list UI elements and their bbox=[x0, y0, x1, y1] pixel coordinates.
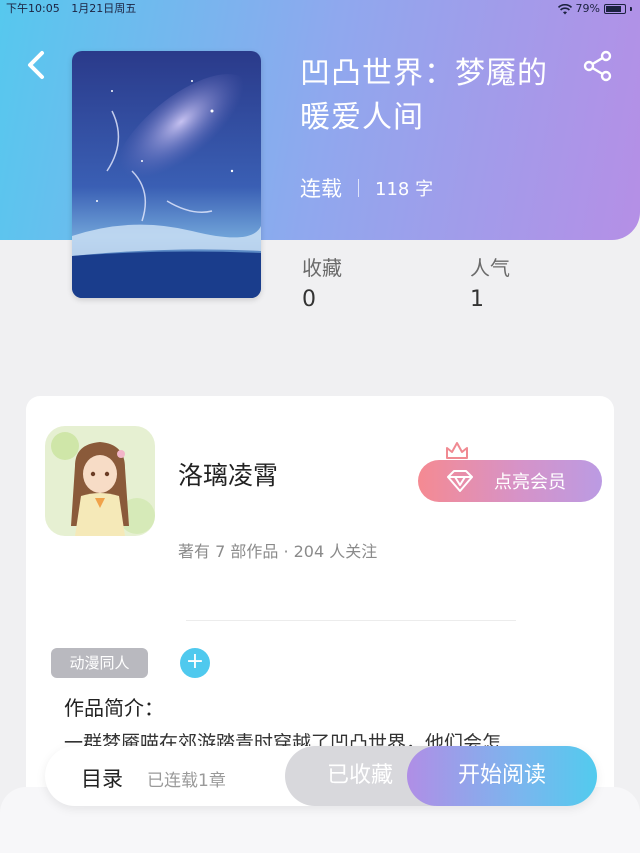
start-reading-button[interactable]: 开始阅读 bbox=[407, 746, 597, 806]
status-time-date: 下午10:05 1月21日周五 bbox=[6, 0, 136, 18]
vip-section: 点亮会员 bbox=[418, 440, 602, 502]
meta-divider bbox=[358, 179, 359, 197]
popularity-value: 1 bbox=[470, 287, 484, 312]
author-name[interactable]: 洛璃凌霄 bbox=[178, 456, 278, 492]
popularity-label: 人气 bbox=[470, 256, 510, 280]
diamond-icon bbox=[447, 470, 473, 492]
vip-label: 点亮会员 bbox=[494, 472, 566, 493]
status-right: 79% bbox=[557, 0, 632, 18]
intro-label: 作品简介： bbox=[64, 696, 164, 720]
avatar-art bbox=[45, 426, 155, 536]
status-bar: 下午10:05 1月21日周五 79% bbox=[0, 0, 640, 18]
book-meta: 连载 118 字 bbox=[300, 172, 433, 204]
battery-icon bbox=[604, 4, 626, 14]
popularity-stat: 人气 1 bbox=[470, 254, 510, 318]
status-time: 下午10:05 bbox=[6, 2, 60, 15]
author-works-followers: 著有 7 部作品 · 204 人关注 bbox=[178, 542, 378, 561]
bottom-action-bar: 目录 已连载1章 已收藏 开始阅读 bbox=[45, 746, 597, 806]
favorites-value: 0 bbox=[302, 287, 316, 312]
battery-percent: 79% bbox=[575, 2, 600, 15]
wifi-icon bbox=[557, 3, 572, 14]
add-tag-button[interactable]: + bbox=[180, 648, 210, 678]
book-title: 凹凸世界：梦魇的暖爱人间 bbox=[300, 56, 548, 135]
serial-status: 连载 bbox=[300, 177, 342, 201]
favorites-label: 收藏 bbox=[302, 256, 342, 280]
back-chevron-icon[interactable] bbox=[22, 48, 52, 82]
battery-tip bbox=[630, 7, 632, 11]
favorites-stat: 收藏 0 bbox=[302, 254, 342, 318]
book-cover-image bbox=[72, 51, 261, 298]
card-divider bbox=[186, 620, 516, 621]
cover-art bbox=[72, 51, 261, 298]
crown-icon bbox=[446, 442, 468, 462]
author-avatar[interactable] bbox=[45, 426, 155, 536]
chapter-count: 已连载1章 bbox=[147, 771, 226, 791]
status-date: 1月21日周五 bbox=[71, 2, 137, 15]
tag-anime-fanfic[interactable]: 动漫同人 bbox=[51, 648, 148, 678]
share-icon[interactable] bbox=[582, 50, 614, 82]
book-detail-page: 下午10:05 1月21日周五 79% 凹凸世界：梦魇的暖爱人间 连载 118 … bbox=[0, 0, 640, 853]
light-up-vip-button[interactable]: 点亮会员 bbox=[418, 460, 602, 502]
toc-button[interactable]: 目录 bbox=[81, 763, 123, 793]
word-count: 118 字 bbox=[375, 179, 434, 200]
